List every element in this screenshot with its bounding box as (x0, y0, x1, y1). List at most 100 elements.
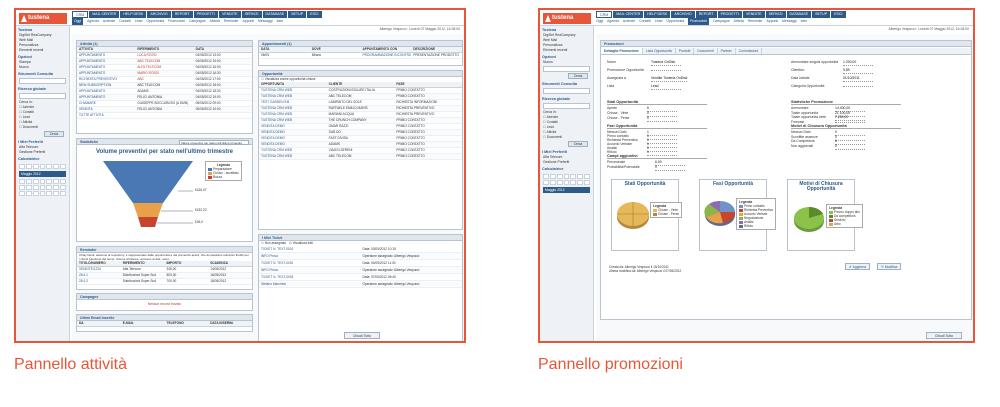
menu-item-database[interactable]: DATABASE (786, 11, 812, 18)
tickets-panel: I Miei Ticket ☐ Non assegnato ☑ Visualiz… (258, 234, 463, 341)
submenu-appunti[interactable]: Appunti (243, 18, 255, 25)
col-data[interactable]: DATA (194, 47, 252, 52)
app-logo[interactable]: tustena (543, 13, 591, 24)
menu-item-database[interactable]: DATABASE (262, 11, 288, 18)
submenu-campagne[interactable]: Campagne (713, 18, 730, 25)
submenu-attivita[interactable]: Attività (210, 18, 220, 25)
menu-item-servizi[interactable]: SERVIZI (765, 11, 786, 18)
tab-dettaglio[interactable]: Dettaglio Promozione (601, 48, 643, 54)
submenu-opportunita[interactable]: Opportunità (666, 18, 684, 25)
menu-item-esci[interactable]: ESCI (307, 11, 322, 18)
submenu-aziende[interactable]: Aziende (103, 18, 115, 25)
menu-item-archivio[interactable]: ARCHIVIO (147, 11, 171, 18)
submenu-messaggi[interactable]: Messaggi (258, 18, 273, 25)
search-button[interactable]: Cerca (568, 141, 588, 147)
submenu-opportunita[interactable]: Opportunità (146, 18, 164, 25)
submenu-lead[interactable]: Lead (655, 18, 663, 25)
submenu-oggi[interactable]: Oggi (596, 18, 603, 25)
sub-menu: Oggi Agenda Aziende Contatti Lead Opport… (596, 18, 973, 25)
quick-tools-box[interactable] (543, 88, 590, 94)
calendar-grid[interactable] (19, 179, 66, 196)
ticket-row[interactable]: Stefano Marchesi Operatore assegnato: Alb… (259, 281, 462, 288)
activity-row[interactable]: TUTTE ATTIVITÀ (77, 113, 252, 119)
submenu-agenda[interactable]: Agenda (87, 18, 99, 25)
menu-item-servizi[interactable]: SERVIZI (241, 11, 262, 18)
user-date-line: Alberigo Vespucci : Lunedì 07 Maggio 201… (888, 27, 970, 31)
search-check-documenti[interactable]: Documenti (540, 135, 593, 140)
ticket-row[interactable]: INFO Prova Operatore assegnato: Alberigo … (259, 267, 462, 274)
search-button[interactable]: Cerca (568, 73, 588, 79)
menu-item-vendite[interactable]: VENDITE (743, 11, 765, 18)
submenu-promozioni[interactable]: Promozioni (168, 18, 185, 25)
statistics-selector[interactable]: Valore preventivi per stato nell'ultimo … (179, 140, 249, 145)
menu-item-archivio[interactable]: ARCHIVIO (671, 11, 695, 18)
ticket-row[interactable]: INFO Prova Operatore assegnato: Alberigo … (259, 253, 462, 260)
menu-item-crm[interactable]: CRM (596, 11, 613, 18)
opportunities-rows: TUSTENA CRM WEB COSTRUZIONI EDILIZIE ITAL… (259, 88, 462, 160)
tab-lista-opportunita[interactable]: Lista Opportunità (643, 48, 676, 54)
menu-item-report[interactable]: REPORT (695, 11, 717, 18)
ticket-row[interactable]: TICKET N. TEXT-0001 Data: 03/05/2012 10:1… (259, 246, 462, 253)
submenu-oggi[interactable]: Oggi (72, 18, 84, 25)
quick-tools-box[interactable] (19, 78, 66, 84)
opportunity-row[interactable]: TUSTENA CRM WEB ABC TELECOM PRIMO CONTATTO (259, 154, 462, 160)
tab-prodotti[interactable]: Prodotti (676, 48, 695, 54)
chart-legend: Legenda Chiuse - Vinte Chiuse - Perse (650, 202, 683, 218)
submenu-lead[interactable]: Lead (135, 18, 143, 25)
tab-partner[interactable]: Partner (718, 48, 736, 54)
menu-item-esci[interactable]: ESCI (831, 11, 846, 18)
menu-item-vendite[interactable]: VENDITE (219, 11, 241, 18)
global-search-input[interactable] (543, 103, 590, 109)
search-button[interactable]: Cerca (44, 131, 64, 137)
menu-item-progetti[interactable]: PROGETTI (717, 11, 742, 18)
cerca-input[interactable] (543, 66, 590, 72)
tab-commissioni[interactable]: Commissioni (736, 48, 763, 54)
col-attivita[interactable]: ATTIVITÀ (77, 47, 135, 52)
submenu-idee[interactable]: Idee (277, 18, 284, 25)
submenu-contatti[interactable]: Contatti (639, 18, 651, 25)
app-logo[interactable]: tustena (19, 13, 67, 24)
submenu-appunti[interactable]: Appunti (767, 18, 779, 25)
submenu-aziende[interactable]: Aziende (623, 18, 635, 25)
tab-documenti[interactable]: Documenti (694, 48, 718, 54)
calendar-header[interactable]: Maggio 2012 (543, 187, 590, 193)
submenu-reminder[interactable]: Reminder (224, 18, 239, 25)
col-riferimento[interactable]: RIFERIMENTO (135, 47, 193, 52)
appointment-row[interactable]: 06/05 Milano PROGRAMMAZIONE INCONTRO PRESEN… (259, 53, 462, 59)
submenu-agenda[interactable]: Agenda (607, 18, 619, 25)
close-all-button[interactable]: Chiudi Tutto (344, 332, 380, 339)
ticket-row[interactable]: TICKET N. TEXT-0002 Data: 04/05/2012 11:3… (259, 260, 462, 267)
calculator-grid[interactable] (543, 174, 590, 185)
menu-item-mail-center[interactable]: MAIL CENTER (613, 11, 644, 18)
submenu-promozioni[interactable]: Promozioni (688, 18, 710, 25)
menu-item-mail-center[interactable]: MAIL CENTER (89, 11, 120, 18)
menu-item-help-desk[interactable]: HELP DESK (120, 11, 147, 18)
submenu-messaggi[interactable]: Messaggi (782, 18, 797, 25)
calculator-grid[interactable] (19, 164, 66, 169)
menu-item-help-desk[interactable]: HELP DESK (644, 11, 671, 18)
menu-item-setup[interactable]: SETUP (812, 11, 831, 18)
search-check-documenti[interactable]: Documenti (16, 125, 69, 130)
menu-item-setup[interactable]: SETUP (288, 11, 307, 18)
reminder-row[interactable]: 28.4.2 Distribuzioni Super Sud 700,00 18/05… (77, 279, 252, 285)
menu-item-report[interactable]: REPORT (171, 11, 193, 18)
logo-icon (21, 15, 27, 22)
promotion-tabs: Dettaglio Promozione Lista Opportunità P… (601, 48, 971, 55)
pie-chart (617, 202, 649, 229)
menu-item-progetti[interactable]: PROGETTI (193, 11, 218, 18)
sidebar-calc-header: Calcolatrice (542, 167, 564, 171)
menu-item-crm[interactable]: CRM (72, 11, 89, 18)
calendar-header[interactable]: Maggio 2012 (19, 171, 66, 177)
sidebar-item[interactable]: Nuovo (540, 60, 593, 65)
edit-button[interactable]: ✎ Modifica (877, 263, 902, 270)
promotions-panel-screenshot: tustena CRM MAIL CENTER HELP DESK ARCHIV… (538, 8, 975, 343)
update-button[interactable]: ✔ Aggiorna (845, 263, 871, 270)
submenu-contatti[interactable]: Contatti (119, 18, 131, 25)
submenu-idee[interactable]: Idee (801, 18, 808, 25)
submenu-reminder[interactable]: Reminder (748, 18, 763, 25)
ticket-row[interactable]: TICKET N. TEXT-0003 Data: 07/05/2012 09:4… (259, 274, 462, 281)
submenu-attivita[interactable]: Attività (734, 18, 744, 25)
close-all-button[interactable]: Chiudi Tutto (926, 332, 962, 339)
global-search-input[interactable] (19, 93, 66, 99)
submenu-campagne[interactable]: Campagne (189, 18, 206, 25)
